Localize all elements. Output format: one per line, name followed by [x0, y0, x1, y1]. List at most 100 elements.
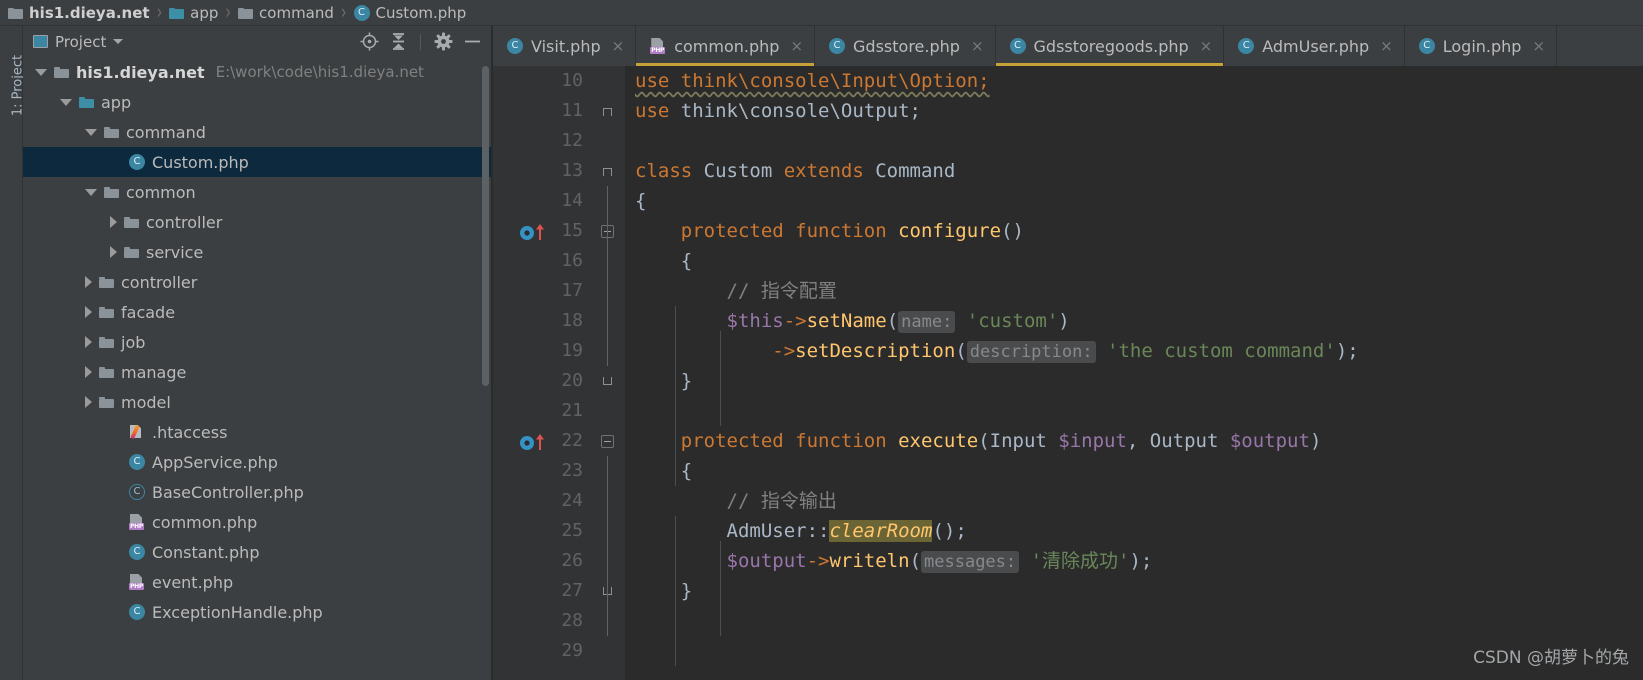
tree-item-his1-dieya-net[interactable]: his1.dieya.net E:\work\code\his1.dieya.ne… [23, 57, 491, 87]
code-line[interactable]: ->setDescription(description: 'the custo… [625, 336, 1643, 366]
tree-twisty-open-icon[interactable] [35, 68, 47, 76]
fold-row-22[interactable] [589, 426, 625, 456]
tree-item-constant-php[interactable]: C Constant.php [23, 537, 491, 567]
project-tree[interactable]: his1.dieya.net E:\work\code\his1.dieya.ne… [23, 57, 491, 680]
chevron-down-icon[interactable] [113, 39, 124, 44]
gutter-line-21[interactable]: 21 [493, 396, 589, 426]
code-line[interactable]: $this->setName(name: 'custom') [625, 306, 1643, 336]
code-line[interactable]: use think\console\Output; [625, 96, 1643, 126]
editor-tab-login-php[interactable]: C Login.php × [1405, 26, 1558, 66]
fold-row-20[interactable] [589, 366, 625, 396]
tree-item-controller[interactable]: controller [23, 267, 491, 297]
gutter-line-26[interactable]: 26 [493, 546, 589, 576]
code-line[interactable] [625, 606, 1643, 636]
tree-item-facade[interactable]: facade [23, 297, 491, 327]
close-icon[interactable]: × [1200, 37, 1213, 55]
editor-tab-admuser-php[interactable]: C AdmUser.php × [1224, 26, 1405, 66]
gutter-line-28[interactable]: 28 [493, 606, 589, 636]
gutter-line-22[interactable]: 22 [493, 426, 589, 456]
tree-item-common[interactable]: common [23, 177, 491, 207]
editor-tab-common-php[interactable]: PHP common.php × [636, 26, 816, 66]
tree-twisty-closed-icon[interactable] [85, 336, 92, 348]
code-content[interactable]: use think\console\Input\Option; use think… [625, 66, 1643, 680]
tree-twisty-closed-icon[interactable] [85, 366, 92, 378]
close-icon[interactable]: × [790, 37, 803, 55]
tree-item-appservice-php[interactable]: C AppService.php [23, 447, 491, 477]
overriding-method-icon[interactable] [519, 222, 549, 241]
gutter-line-10[interactable]: 10 [493, 66, 589, 96]
fold-region-start-icon[interactable] [601, 165, 613, 177]
minimize-icon[interactable] [461, 31, 483, 53]
gutter-line-20[interactable]: 20 [493, 366, 589, 396]
editor-tab-gdsstoregoods-php[interactable]: C Gdsstoregoods.php × [995, 26, 1225, 66]
fold-row-13[interactable] [589, 156, 625, 186]
code-line[interactable]: protected function execute(Input $input,… [625, 426, 1643, 456]
tree-item-model[interactable]: model [23, 387, 491, 417]
code-line[interactable]: { [625, 456, 1643, 486]
gutter-line-29[interactable]: 29 [493, 636, 589, 666]
gutter-line-17[interactable]: 17 [493, 276, 589, 306]
breadcrumb-item-app[interactable]: app [167, 4, 220, 22]
select-opened-file-icon[interactable] [358, 31, 380, 53]
tree-item-service[interactable]: service [23, 237, 491, 267]
tree-item-custom-php[interactable]: C Custom.php [23, 147, 491, 177]
tree-item-common-php[interactable]: PHP common.php [23, 507, 491, 537]
overriding-method-icon[interactable] [519, 432, 549, 451]
breadcrumb-item-his1-dieya-net[interactable]: his1.dieya.net [6, 4, 152, 22]
code-line[interactable]: $output->writeln(messages: '清除成功'); [625, 546, 1643, 576]
tree-twisty-open-icon[interactable] [60, 98, 72, 106]
fold-row-11[interactable] [589, 96, 625, 126]
code-line[interactable]: // 指令配置 [625, 276, 1643, 306]
tree-twisty-closed-icon[interactable] [110, 216, 117, 228]
gutter-line-19[interactable]: 19 [493, 336, 589, 366]
project-tree-scrollbar[interactable] [482, 66, 489, 386]
code-line[interactable]: protected function configure() [625, 216, 1643, 246]
code-line[interactable]: AdmUser::clearRoom(); [625, 516, 1643, 546]
gear-icon[interactable] [432, 31, 454, 53]
gutter-line-13[interactable]: 13 [493, 156, 589, 186]
gutter-line-12[interactable]: 12 [493, 126, 589, 156]
line-number-gutter[interactable]: 10 11 12 13 14 15 16 17 18 19 20 21 22 23 24 25 26 27 28 29 [493, 66, 589, 680]
tree-item-job[interactable]: job [23, 327, 491, 357]
gutter-line-11[interactable]: 11 [493, 96, 589, 126]
tree-twisty-open-icon[interactable] [85, 188, 97, 196]
close-icon[interactable]: × [612, 37, 625, 55]
breadcrumb-item-custom-php[interactable]: C Custom.php [352, 4, 469, 22]
code-editor[interactable]: 10 11 12 13 14 15 16 17 18 19 20 21 22 23 24 25 26 27 28 29… [493, 66, 1643, 680]
tree-item-manage[interactable]: manage [23, 357, 491, 387]
breadcrumb-item-command[interactable]: command [236, 4, 336, 22]
code-line[interactable]: { [625, 186, 1643, 216]
close-icon[interactable]: × [971, 37, 984, 55]
collapse-all-icon[interactable] [387, 31, 409, 53]
fold-region-start-icon[interactable] [601, 105, 613, 117]
tree-item--htaccess[interactable]: .htaccess [23, 417, 491, 447]
code-line[interactable] [625, 126, 1643, 156]
code-line[interactable]: } [625, 366, 1643, 396]
gutter-line-16[interactable]: 16 [493, 246, 589, 276]
code-line[interactable] [625, 396, 1643, 426]
editor-tab-visit-php[interactable]: C Visit.php × [493, 26, 637, 66]
gutter-line-23[interactable]: 23 [493, 456, 589, 486]
tree-item-basecontroller-php[interactable]: C BaseController.php [23, 477, 491, 507]
code-line[interactable]: } [625, 576, 1643, 606]
close-icon[interactable]: × [1380, 37, 1393, 55]
fold-region-end-icon[interactable] [601, 375, 613, 387]
tree-item-event-php[interactable]: PHP event.php [23, 567, 491, 597]
tree-twisty-closed-icon[interactable] [85, 396, 92, 408]
code-line[interactable]: class Custom extends Command [625, 156, 1643, 186]
tree-twisty-closed-icon[interactable] [110, 246, 117, 258]
gutter-line-27[interactable]: 27 [493, 576, 589, 606]
code-line[interactable]: { [625, 246, 1643, 276]
tree-item-command[interactable]: command [23, 117, 491, 147]
tree-twisty-open-icon[interactable] [85, 128, 97, 136]
gutter-line-15[interactable]: 15 [493, 216, 589, 246]
gutter-line-24[interactable]: 24 [493, 486, 589, 516]
fold-collapse-icon[interactable] [600, 434, 614, 448]
editor-tab-gdsstore-php[interactable]: C Gdsstore.php × [815, 26, 996, 66]
tree-item-app[interactable]: app [23, 87, 491, 117]
tree-item-controller[interactable]: controller [23, 207, 491, 237]
tree-twisty-closed-icon[interactable] [85, 276, 92, 288]
code-folding-column[interactable] [589, 66, 625, 680]
code-line[interactable]: // 指令输出 [625, 486, 1643, 516]
gutter-line-18[interactable]: 18 [493, 306, 589, 336]
